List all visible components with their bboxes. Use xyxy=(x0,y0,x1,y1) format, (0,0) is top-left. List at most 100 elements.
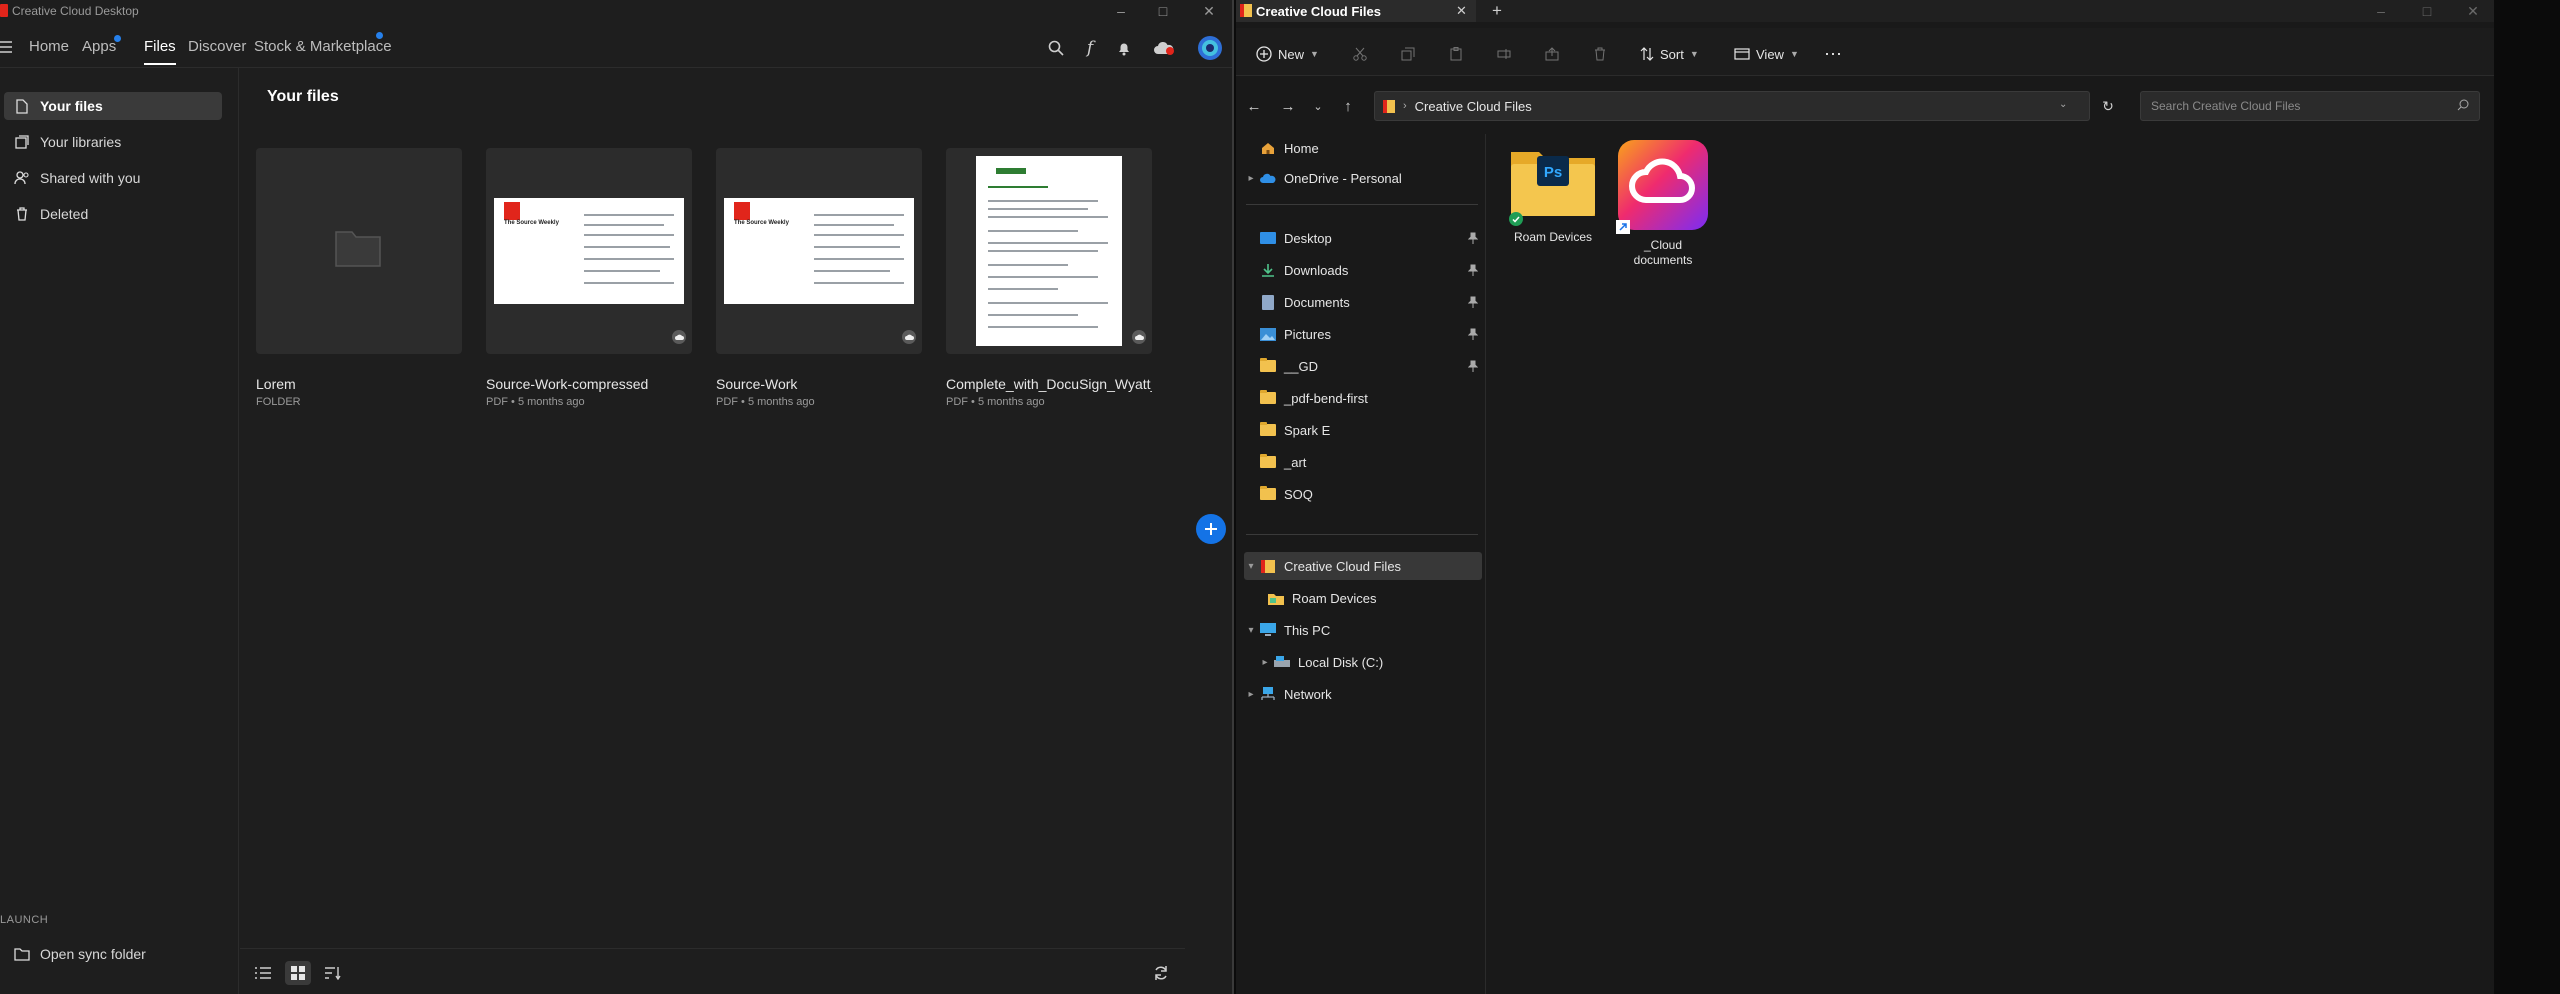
nav-documents[interactable]: Documents xyxy=(1244,288,1482,316)
nav-roam-devices[interactable]: Roam Devices xyxy=(1266,584,1482,612)
file-card-subtitle: PDF • 5 months ago xyxy=(486,396,585,408)
nav-files[interactable]: Files xyxy=(144,38,176,65)
shortcut-item-cloud-documents[interactable]: _Cloud documents xyxy=(1616,140,1708,268)
new-label: New xyxy=(1278,46,1305,62)
collapse-chevron-icon[interactable]: ▾ xyxy=(1244,625,1258,636)
nav-label: Roam Devices xyxy=(1292,590,1377,606)
new-button[interactable]: New ▼ xyxy=(1256,40,1319,68)
nav-desktop[interactable]: Desktop xyxy=(1244,224,1482,252)
more-options-icon[interactable]: ⋯ xyxy=(1824,40,1843,68)
view-button[interactable]: View ▼ xyxy=(1734,40,1799,68)
close-icon[interactable]: ✕ xyxy=(1196,0,1222,22)
folder-icon xyxy=(1258,454,1278,470)
refresh-icon[interactable]: ↻ xyxy=(2094,94,2122,118)
nav-folder-spark-e[interactable]: Spark E xyxy=(1244,416,1482,444)
file-card-docusign[interactable] xyxy=(946,148,1152,354)
pin-icon xyxy=(1468,264,1478,276)
rename-icon[interactable] xyxy=(1490,40,1518,68)
list-view-icon[interactable] xyxy=(250,961,276,985)
new-tab-icon[interactable]: + xyxy=(1492,1,1502,21)
address-dropdown-icon[interactable]: ⌄ xyxy=(2059,99,2067,110)
hamburger-menu-icon[interactable] xyxy=(0,40,14,54)
nav-network[interactable]: ▸ Network xyxy=(1244,680,1482,708)
copy-icon[interactable] xyxy=(1394,40,1422,68)
nav-discover[interactable]: Discover xyxy=(188,38,246,55)
nav-home[interactable]: Home xyxy=(29,38,69,55)
pin-icon xyxy=(1468,296,1478,308)
sort-button[interactable]: Sort ▼ xyxy=(1640,40,1699,68)
nav-home[interactable]: Home xyxy=(1244,134,1482,162)
page-title: Your files xyxy=(267,88,339,105)
nav-downloads[interactable]: Downloads xyxy=(1244,256,1482,284)
forward-arrow-icon[interactable]: → xyxy=(1274,94,1302,118)
expand-chevron-icon[interactable]: ▸ xyxy=(1244,689,1258,700)
cut-icon[interactable] xyxy=(1346,40,1374,68)
search-input[interactable]: Search Creative Cloud Files xyxy=(2140,91,2480,121)
file-card-lorem[interactable] xyxy=(256,148,462,354)
launch-section-label: LAUNCH xyxy=(0,914,49,926)
notifications-bell-icon[interactable] xyxy=(1112,36,1136,60)
nav-label: OneDrive - Personal xyxy=(1284,170,1402,186)
sort-icon[interactable] xyxy=(320,961,346,985)
maximize-icon[interactable]: □ xyxy=(2414,0,2440,22)
nav-label: Downloads xyxy=(1284,262,1349,278)
cc-window-title: Creative Cloud Desktop xyxy=(12,4,139,18)
fonts-icon[interactable]: f xyxy=(1078,36,1102,60)
onedrive-cloud-icon xyxy=(1258,170,1278,186)
nav-apps[interactable]: Apps xyxy=(82,38,116,55)
cc-titlebar: Creative Cloud Desktop – □ ✕ xyxy=(0,0,1232,22)
nav-creative-cloud-files[interactable]: ▾ Creative Cloud Files xyxy=(1244,552,1482,580)
nav-folder-art[interactable]: _art xyxy=(1244,448,1482,476)
address-bar[interactable]: › Creative Cloud Files ⌄ xyxy=(1374,91,2090,121)
thumbnail-doc-title: The Source Weekly xyxy=(734,220,789,226)
maximize-icon[interactable]: □ xyxy=(1150,0,1176,22)
nav-folder-gd[interactable]: __GD xyxy=(1244,352,1482,380)
breadcrumb[interactable]: Creative Cloud Files xyxy=(1415,99,1532,114)
folder-item-roam-devices[interactable]: Ps Roam Devices xyxy=(1508,140,1598,244)
share-icon[interactable] xyxy=(1538,40,1566,68)
sort-arrows-icon xyxy=(1640,47,1654,61)
nav-local-disk-c[interactable]: ▸ Local Disk (C:) xyxy=(1258,648,1482,676)
expand-chevron-icon[interactable]: ▸ xyxy=(1258,657,1272,668)
recent-locations-chevron-icon[interactable]: ⌄ xyxy=(1304,94,1332,118)
nav-label: Spark E xyxy=(1284,422,1331,438)
sidebar-item-shared-with-you[interactable]: Shared with you xyxy=(4,164,222,192)
close-icon[interactable]: ✕ xyxy=(2460,0,2486,22)
apps-notification-dot xyxy=(114,35,121,42)
nav-folder-soq[interactable]: SOQ xyxy=(1244,480,1482,508)
up-arrow-icon[interactable]: ↑ xyxy=(1334,94,1362,118)
nav-stock-marketplace[interactable]: Stock & Marketplace xyxy=(254,38,392,55)
search-icon[interactable] xyxy=(1044,36,1068,60)
nav-this-pc[interactable]: ▾ This PC xyxy=(1244,616,1482,644)
open-sync-folder-button[interactable]: Open sync folder xyxy=(4,940,222,968)
expand-chevron-icon[interactable]: ▸ xyxy=(1244,173,1258,184)
delete-icon[interactable] xyxy=(1586,40,1614,68)
file-card-source-work-compressed[interactable]: The Source Weekly xyxy=(486,148,692,354)
cloud-synced-icon xyxy=(1132,330,1146,344)
nav-label: Desktop xyxy=(1284,230,1332,246)
explorer-navigation-pane: Home ▸ OneDrive - Personal Desktop Downl… xyxy=(1236,134,1486,994)
minimize-icon[interactable]: – xyxy=(1108,0,1134,22)
nav-pictures[interactable]: Pictures xyxy=(1244,320,1482,348)
tab-creative-cloud-files[interactable]: Creative Cloud Files ✕ xyxy=(1236,0,1476,22)
back-arrow-icon[interactable]: ← xyxy=(1240,94,1268,118)
avatar[interactable] xyxy=(1196,34,1224,62)
stock-notification-dot xyxy=(376,32,383,39)
sidebar-item-your-libraries[interactable]: Your libraries xyxy=(4,128,222,156)
sidebar-item-deleted[interactable]: Deleted xyxy=(4,200,222,228)
tab-close-icon[interactable]: ✕ xyxy=(1456,3,1467,19)
file-card-source-work[interactable]: The Source Weekly xyxy=(716,148,922,354)
cloud-sync-status-icon[interactable] xyxy=(1152,36,1176,60)
refresh-icon[interactable] xyxy=(1148,961,1174,985)
pdf-thumbnail xyxy=(976,156,1122,346)
paste-icon[interactable] xyxy=(1442,40,1470,68)
grid-view-icon[interactable] xyxy=(285,961,311,985)
divider xyxy=(1246,534,1478,535)
add-fab-button[interactable] xyxy=(1196,514,1226,544)
collapse-chevron-icon[interactable]: ▾ xyxy=(1244,561,1258,572)
view-label: View xyxy=(1756,46,1784,62)
nav-folder-pdf-bend-first[interactable]: _pdf-bend-first xyxy=(1244,384,1482,412)
nav-onedrive[interactable]: ▸ OneDrive - Personal xyxy=(1244,164,1482,192)
sidebar-item-your-files[interactable]: Your files xyxy=(4,92,222,120)
minimize-icon[interactable]: – xyxy=(2368,0,2394,22)
